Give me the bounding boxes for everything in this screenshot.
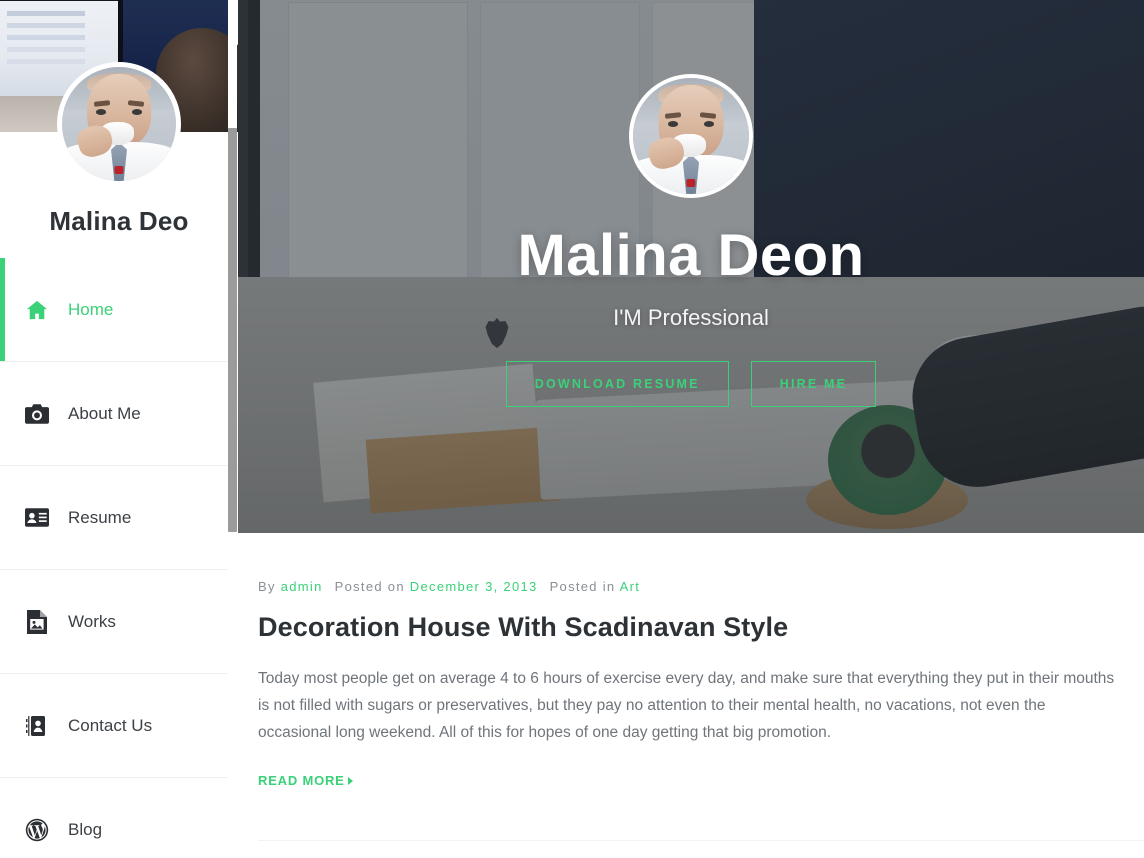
hero-content: Malina Deon I'M Professional Download Re… [238,0,1144,533]
main-content: Malina Deon I'M Professional Download Re… [238,0,1144,858]
sidebar-item-home[interactable]: Home [0,258,238,362]
address-book-icon [20,713,54,739]
download-resume-button[interactable]: Download Resume [505,360,729,408]
wordpress-icon [20,817,54,843]
sidebar-item-label: Contact Us [68,715,153,735]
post-excerpt: Today most people get on average 4 to 6 … [258,670,1115,742]
posted-on-label: Posted on [334,579,405,594]
sidebar-item-about-me[interactable]: About Me [0,362,238,466]
sidebar: Malina Deo Home About Me Resume Works Co… [0,0,238,858]
post-category-meta: Posted in Art [550,579,641,594]
read-more-link[interactable]: READ MORE [258,773,353,788]
page-root: Malina Deo Home About Me Resume Works Co… [0,0,1144,858]
post-author-meta: By admin [258,579,323,594]
camera-icon [20,401,54,427]
post-author-link[interactable]: admin [281,579,323,594]
caret-right-icon [347,776,353,785]
posted-in-label: Posted in [549,579,616,594]
image-file-icon [20,609,54,635]
sidebar-nav: Home About Me Resume Works Contact Us Bl… [0,258,238,858]
sidebar-item-label: Works [68,611,116,631]
hero-title: Malina Deon [517,223,865,288]
by-label: By [258,579,276,594]
hero-banner: Malina Deon I'M Professional Download Re… [238,0,1144,533]
sidebar-item-blog[interactable]: Blog [0,778,238,858]
read-more-label: READ MORE [258,773,345,789]
sidebar-item-resume[interactable]: Resume [0,466,238,570]
sidebar-item-label: Blog [68,819,103,839]
id-card-icon [20,505,54,531]
sidebar-item-label: Resume [68,507,132,527]
post-meta: By admin Posted on December 3, 2013 Posted… [258,579,1118,594]
hero-avatar [629,74,753,198]
avatar-portrait-image [62,67,176,181]
hero-avatar-portrait-image [633,78,749,194]
blog-post: By admin Posted on December 3, 2013 Posted… [238,533,1144,841]
sidebar-item-works[interactable]: Works [0,570,238,674]
sidebar-scrollbar-thumb[interactable] [228,128,237,532]
hire-me-button[interactable]: Hire Me [750,360,877,408]
post-divider [258,840,1144,841]
home-icon [20,297,54,323]
hero-subtitle: I'M Professional [613,304,769,330]
post-category-link[interactable]: Art [620,579,641,594]
hero-button-group: Download Resume Hire Me [505,360,877,408]
avatar [57,62,181,186]
site-title: Malina Deo [49,206,189,236]
post-title[interactable]: Decoration House With Scadinavan Style [258,612,1118,643]
post-date-meta: Posted on December 3, 2013 [335,579,538,594]
sidebar-item-label: Home [68,299,114,319]
sidebar-item-contact-us[interactable]: Contact Us [0,674,238,778]
post-date-link[interactable]: December 3, 2013 [410,579,538,594]
sidebar-item-label: About Me [68,403,141,423]
